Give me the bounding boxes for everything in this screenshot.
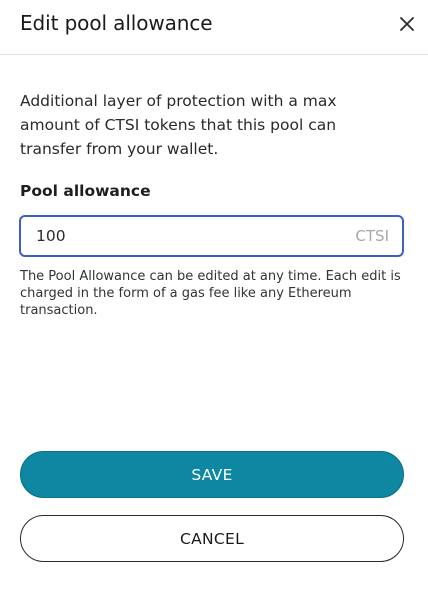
save-button[interactable]: SAVE xyxy=(20,451,404,498)
help-text: The Pool Allowance can be edited at any … xyxy=(20,269,401,318)
dialog-header: Edit pool allowance xyxy=(0,0,428,55)
cancel-button[interactable]: CANCEL xyxy=(20,515,404,562)
dialog-title: Edit pool allowance xyxy=(20,11,213,35)
dialog-description: Additional layer of protection with a ma… xyxy=(20,92,337,158)
unit-suffix: CTSI xyxy=(355,227,389,245)
close-icon xyxy=(400,17,414,31)
pool-allowance-label: Pool allowance xyxy=(20,182,151,200)
pool-allowance-field[interactable]: CTSI xyxy=(19,215,404,257)
close-button[interactable] xyxy=(398,15,416,33)
pool-allowance-input[interactable] xyxy=(36,217,326,255)
